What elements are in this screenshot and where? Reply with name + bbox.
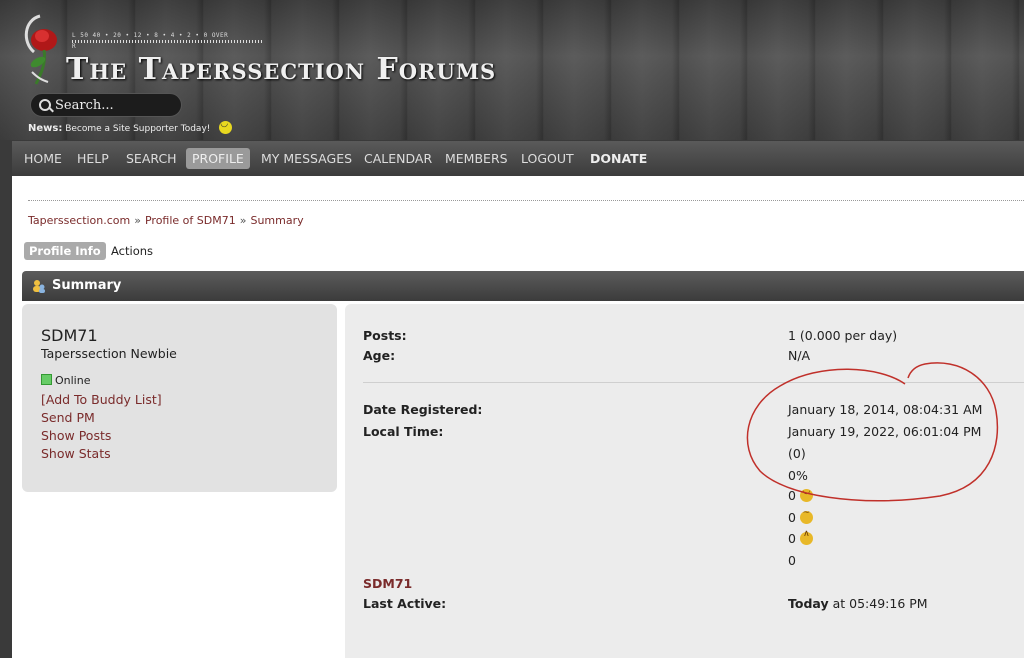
username-link[interactable]: SDM71 [363,576,412,591]
user-summary-icon [33,280,45,293]
date-registered-label: Date Registered: [363,402,483,417]
search-box[interactable] [30,93,182,117]
divider [28,200,1024,201]
news-ticker: News: Become a Site Supporter Today! [28,119,233,134]
main-nav: Home Help Search Profile My Messages Cal… [12,141,1024,176]
show-posts-link[interactable]: Show Posts [41,428,111,443]
news-link[interactable]: Become a Site Supporter Today! [65,124,210,134]
vu-meter-scale: L 50 40 • 20 • 12 • 8 • 4 • 2 • 0 OVER [72,32,229,39]
nav-profile[interactable]: Profile [186,148,250,169]
nav-help[interactable]: Help [77,141,109,176]
nav-donate[interactable]: Donate [590,141,647,176]
age-label: Age: [363,348,396,363]
site-header: L 50 40 • 20 • 12 • 8 • 4 • 2 • 0 OVER R… [0,0,1024,140]
user-rank: Taperssection Newbie [41,346,177,361]
vu-meter: L 50 40 • 20 • 12 • 8 • 4 • 2 • 0 OVER R [72,32,262,50]
emoji-count-row: 0 ∧ [788,529,813,546]
summary-title: Summary [52,278,122,293]
nav-my-messages[interactable]: My Messages [261,141,352,176]
site-title[interactable]: The Taperssection Forums [66,52,496,87]
search-icon [39,99,51,111]
show-stats-link[interactable]: Show Stats [41,446,111,461]
tab-profile-info[interactable]: Profile Info [24,242,106,260]
nav-logout[interactable]: Logout [521,141,574,176]
nav-home[interactable]: Home [24,141,62,176]
send-pm-link[interactable]: Send PM [41,410,95,425]
last-active-value: Today at 05:49:16 PM [788,596,928,611]
local-time-label: Local Time: [363,424,444,439]
posts-value: 1 (0.000 per day) [788,328,898,343]
emoji-count: 0 [788,531,796,546]
breadcrumb: Taperssection.com» Profile of SDM71» Summa… [28,214,304,227]
nav-calendar[interactable]: Calendar [364,141,432,176]
breadcrumb-home[interactable]: Taperssection.com [28,214,130,227]
rose-logo-icon[interactable] [18,12,68,88]
breadcrumb-separator: » [239,214,247,227]
online-label: Online [55,374,91,387]
online-status: Online [41,374,90,387]
username: SDM71 [41,326,98,345]
red-annotation-circle [746,362,999,502]
last-active-label: Last Active: [363,596,447,611]
last-active-day: Today [788,596,829,611]
posts-label: Posts: [363,328,407,343]
user-card: SDM71 Taperssection Newbie Online [Add T… [22,304,337,492]
breadcrumb-summary[interactable]: Summary [250,214,303,227]
angry-icon: ∧ [799,529,813,545]
nav-search[interactable]: Search [126,141,177,176]
add-buddy-link[interactable]: [Add To Buddy List] [41,392,162,407]
news-label: News: [28,123,63,134]
tab-actions[interactable]: Actions [111,242,153,260]
nav-members[interactable]: Members [445,141,508,176]
online-icon [41,374,52,385]
plain-count: 0 [788,553,796,568]
search-input[interactable] [55,96,175,114]
breadcrumb-separator: » [134,214,141,227]
breadcrumb-profile[interactable]: Profile of SDM71 [145,214,236,227]
smiley-icon [219,119,233,134]
vu-meter-channel: R [72,43,77,50]
summary-header: Summary [22,271,1024,301]
last-active-time: at 05:49:16 PM [832,596,928,611]
